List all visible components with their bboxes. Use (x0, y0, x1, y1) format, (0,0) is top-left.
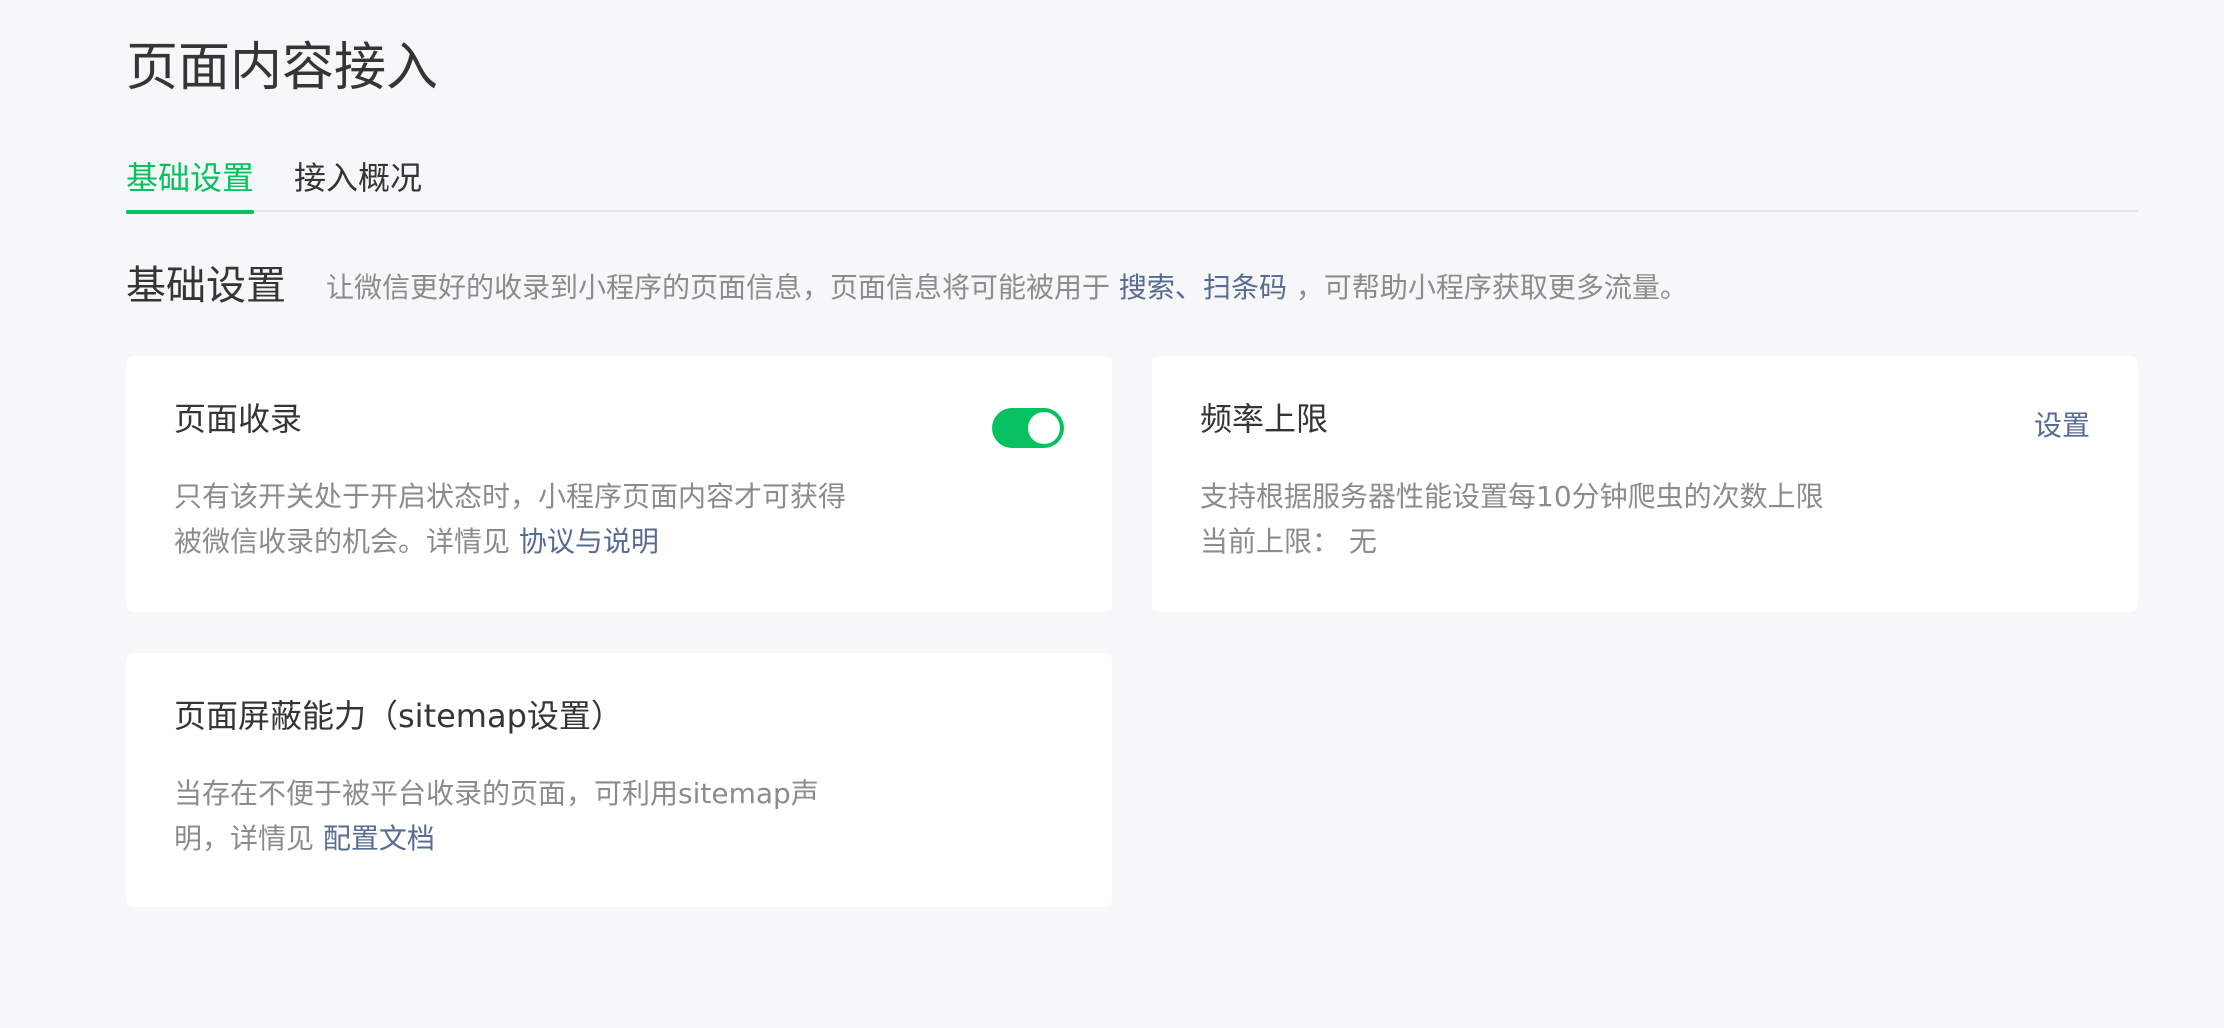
rate-limit-description: 支持根据服务器性能设置每10分钟爬虫的次数上限 当前上限： 无 (1200, 474, 1880, 564)
rate-limit-desc-line1: 支持根据服务器性能设置每10分钟爬虫的次数上限 (1200, 480, 1824, 513)
tab-access-overview[interactable]: 接入概况 (294, 154, 424, 212)
tab-bar: 基础设置 接入概况 (126, 150, 2138, 214)
rate-limit-card: 频率上限 设置 支持根据服务器性能设置每10分钟爬虫的次数上限 当前上限： 无 (1152, 356, 2138, 612)
page-index-description: 只有该开关处于开启状态时，小程序页面内容才可获得 被微信收录的机会。详情见 协议… (174, 474, 854, 564)
page-index-desc-line1: 只有该开关处于开启状态时，小程序页面内容才可获得 (174, 480, 847, 513)
rate-limit-settings-link[interactable]: 设置 (2034, 406, 2090, 446)
current-limit-label: 当前上限： (1200, 525, 1341, 558)
search-link[interactable]: 搜索 (1119, 271, 1175, 304)
sitemap-description: 当存在不便于被平台收录的页面，可利用sitemap声 明，详情见 配置文档 (174, 771, 854, 861)
page-index-card: 页面收录 只有该开关处于开启状态时，小程序页面内容才可获得 被微信收录的机会。详… (126, 356, 1112, 612)
scan-code-link[interactable]: 扫条码 (1203, 271, 1287, 304)
sitemap-desc-line2: 明，详情见 配置文档 (174, 816, 854, 861)
sitemap-card: 页面屏蔽能力（sitemap设置） 当存在不便于被平台收录的页面，可利用site… (126, 653, 1112, 907)
sitemap-title: 页面屏蔽能力（sitemap设置） (174, 697, 623, 735)
tab-basic-settings[interactable]: 基础设置 (126, 154, 254, 214)
rate-limit-title: 频率上限 (1200, 400, 1329, 438)
page-index-title: 页面收录 (174, 400, 303, 438)
agreement-link[interactable]: 协议与说明 (519, 525, 659, 558)
section-title: 基础设置 (126, 263, 286, 309)
page-index-toggle[interactable] (992, 408, 1064, 448)
config-docs-link[interactable]: 配置文档 (323, 822, 435, 855)
toggle-knob (1028, 412, 1060, 444)
sitemap-desc-line1: 当存在不便于被平台收录的页面，可利用sitemap声 (174, 777, 819, 810)
page-index-desc-line2: 被微信收录的机会。详情见 协议与说明 (174, 519, 854, 564)
section-desc-text: 让微信更好的收录到小程序的页面信息，页面信息将可能被用于 (326, 271, 1119, 304)
current-limit-value: 无 (1348, 525, 1377, 558)
section-description: 让微信更好的收录到小程序的页面信息，页面信息将可能被用于 搜索、扫条码 ，可帮助… (326, 268, 1688, 308)
page: 页面内容接入 基础设置 接入概况 基础设置 让微信更好的收录到小程序的页面信息，… (0, 0, 2224, 1028)
section-header: 基础设置 让微信更好的收录到小程序的页面信息，页面信息将可能被用于 搜索、扫条码… (126, 258, 2138, 314)
separator-text: 、 (1174, 271, 1203, 304)
section-desc-tail: ，可帮助小程序获取更多流量。 (1286, 271, 1688, 304)
current-limit-line: 当前上限： 无 (1200, 519, 1880, 564)
page-title: 页面内容接入 (126, 38, 439, 98)
page-index-desc-line2-text: 被微信收录的机会。详情见 (174, 525, 519, 558)
sitemap-desc-line2-text: 明，详情见 (174, 822, 323, 855)
